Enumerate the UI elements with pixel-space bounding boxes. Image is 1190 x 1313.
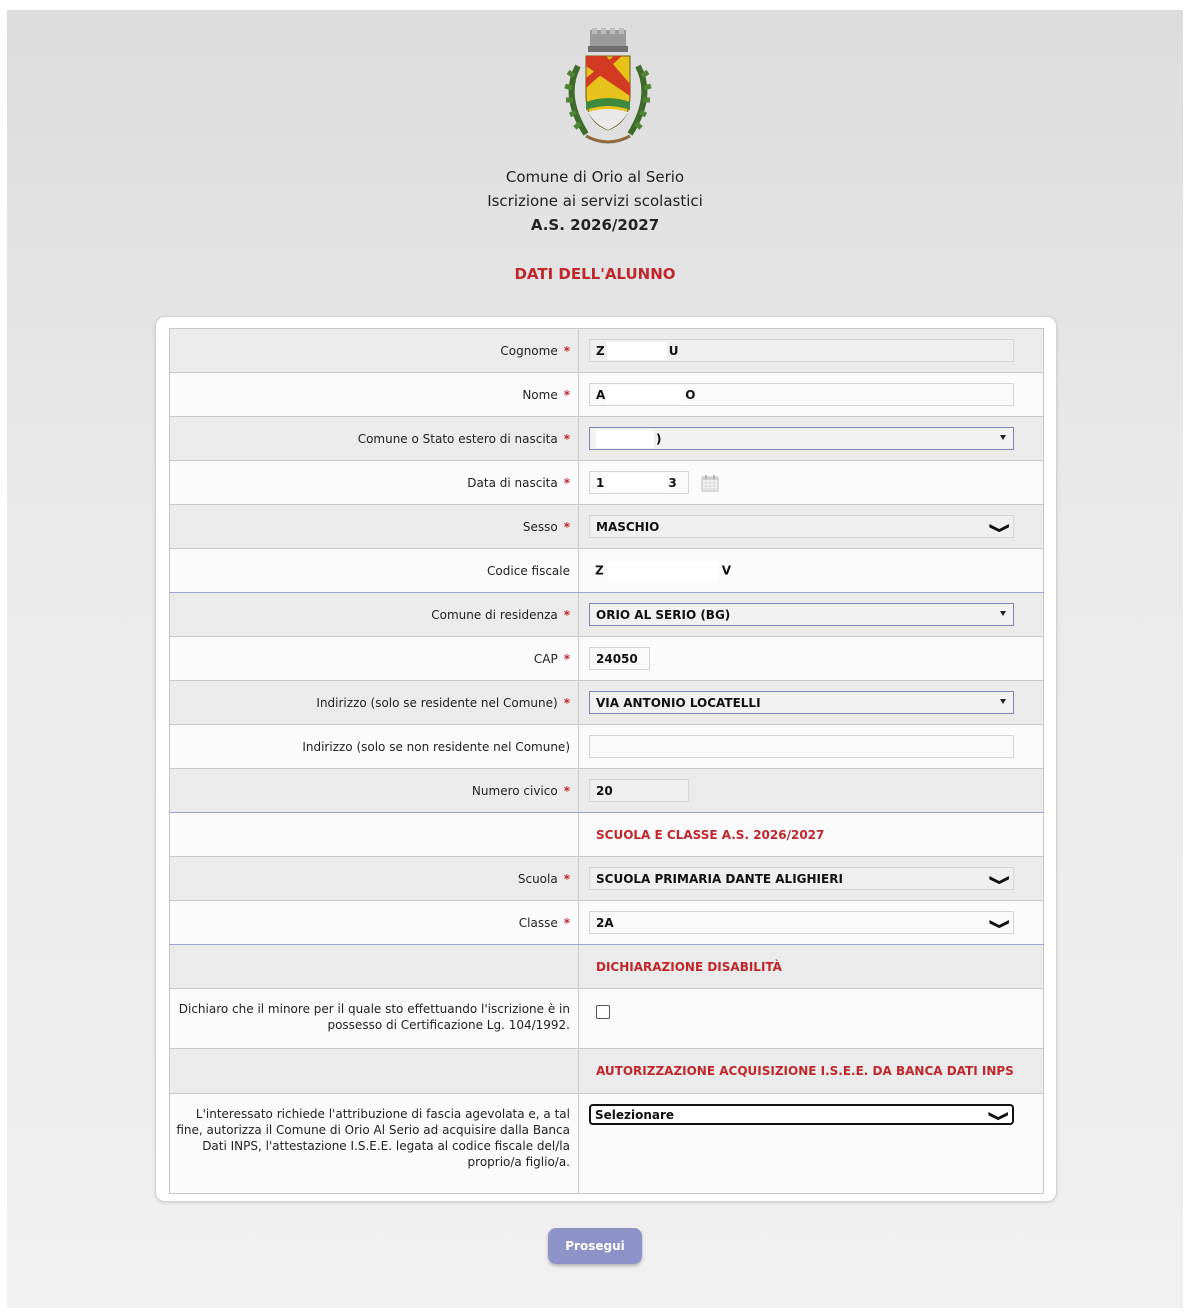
row-numero-civico: Numero civico * 20 [169, 769, 1044, 813]
coat-of-arms-logo [564, 28, 652, 144]
row-comune-residenza: Comune di residenza * ORIO AL SERIO (BG) [169, 593, 1044, 637]
dropdown-arrow-icon [1000, 699, 1006, 704]
numero-civico-input[interactable]: 20 [589, 779, 689, 802]
section-scuola-classe: SCUOLA E CLASSE A.S. 2026/2027 [596, 827, 825, 842]
row-scuola: Scuola * SCUOLA PRIMARIA DANTE ALIGHIERI … [169, 857, 1044, 901]
codice-fiscale-value: ZV [589, 561, 731, 580]
prosegui-button[interactable]: Prosegui [548, 1228, 642, 1264]
row-indirizzo-non-residente: Indirizzo (solo se non residente nel Com… [169, 725, 1044, 769]
row-cognome: Cognome * ZU [169, 329, 1044, 373]
section-disabilita: DICHIARAZIONE DISABILITÀ [596, 959, 782, 974]
indirizzo-residente-select[interactable]: VIA ANTONIO LOCATELLI [589, 691, 1014, 714]
comune-residenza-select[interactable]: ORIO AL SERIO (BG) [589, 603, 1014, 626]
comune-nascita-select[interactable]: ) [589, 427, 1014, 450]
row-section-isee: AUTORIZZAZIONE ACQUISIZIONE I.S.E.E. DA … [169, 1049, 1044, 1094]
redaction [607, 561, 718, 580]
dropdown-arrow-icon [1000, 435, 1006, 440]
row-disabilita: Dichiaro che il minore per il quale sto … [169, 989, 1044, 1049]
sesso-select[interactable]: MASCHIO ❯ [589, 515, 1014, 538]
redaction [606, 341, 667, 360]
redaction [607, 385, 684, 404]
section-isee: AUTORIZZAZIONE ACQUISIZIONE I.S.E.E. DA … [596, 1064, 1014, 1078]
required-mark: * [563, 343, 570, 358]
redaction [596, 429, 654, 448]
classe-select[interactable]: 2A ❯ [589, 911, 1014, 934]
row-data-nascita: Data di nascita * 13 [169, 461, 1044, 505]
dropdown-arrow-icon [1000, 611, 1006, 616]
form-grid: Cognome * ZU Nome * AO Comune o Stato es… [169, 328, 1044, 1194]
page-title-comune: Comune di Orio al Serio [505, 168, 685, 186]
redaction [606, 473, 667, 492]
row-nome: Nome * AO [169, 373, 1044, 417]
school-year: A.S. 2026/2027 [530, 216, 660, 234]
form-card: Cognome * ZU Nome * AO Comune o Stato es… [155, 316, 1057, 1202]
row-cap: CAP * 24050 [169, 637, 1044, 681]
row-comune-nascita: Comune o Stato estero di nascita * ) [169, 417, 1044, 461]
chevron-down-icon: ❯ [989, 521, 1013, 535]
row-classe: Classe * 2A ❯ [169, 901, 1044, 945]
indirizzo-non-residente-input[interactable] [589, 735, 1014, 758]
cognome-label: Cognome * [169, 329, 579, 372]
row-isee: L'interessato richiede l'attribuzione di… [169, 1094, 1044, 1194]
chevron-down-icon: ❯ [989, 917, 1013, 931]
isee-select[interactable]: Selezionare ❯ [589, 1104, 1014, 1125]
section-title: DATI DELL'ALUNNO [514, 265, 676, 283]
page-subtitle: Iscrizione ai servizi scolastici [487, 192, 703, 210]
row-codice-fiscale: Codice fiscale ZV [169, 549, 1044, 593]
row-section-scuola: SCUOLA E CLASSE A.S. 2026/2027 [169, 813, 1044, 857]
chevron-down-icon: ❯ [988, 1109, 1012, 1123]
disabilita-checkbox[interactable] [596, 1005, 610, 1019]
data-nascita-input[interactable]: 13 [589, 471, 689, 494]
nome-input[interactable]: AO [589, 383, 1014, 406]
page: Comune di Orio al Serio Iscrizione ai se… [7, 10, 1183, 1308]
row-section-disabilita: DICHIARAZIONE DISABILITÀ [169, 945, 1044, 989]
cap-input[interactable]: 24050 [589, 647, 650, 670]
row-indirizzo-residente: Indirizzo (solo se residente nel Comune)… [169, 681, 1044, 725]
cognome-input[interactable]: ZU [589, 339, 1014, 362]
chevron-down-icon: ❯ [989, 873, 1013, 887]
calendar-icon[interactable] [701, 474, 719, 492]
scuola-select[interactable]: SCUOLA PRIMARIA DANTE ALIGHIERI ❯ [589, 867, 1014, 890]
row-sesso: Sesso * MASCHIO ❯ [169, 505, 1044, 549]
